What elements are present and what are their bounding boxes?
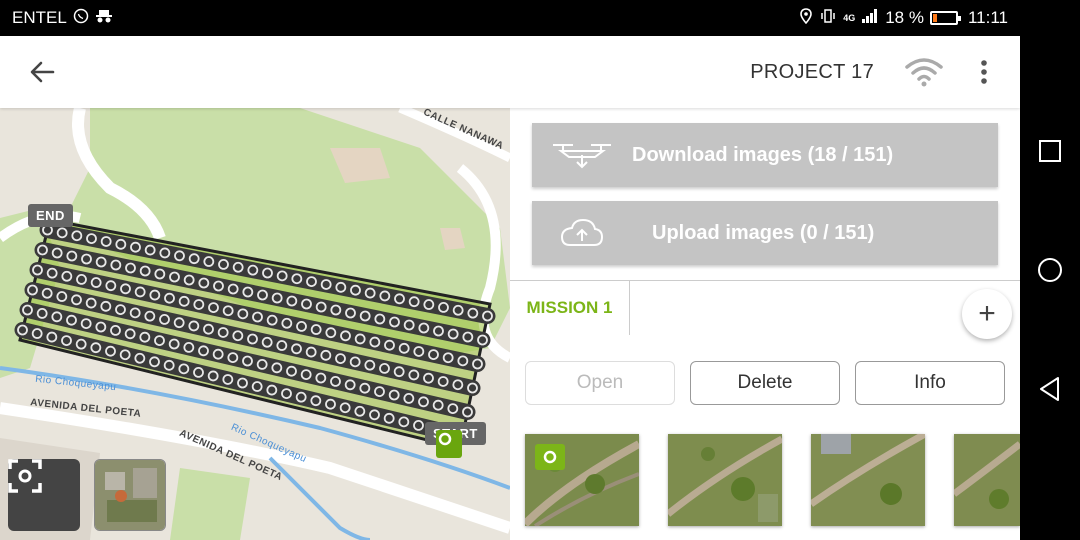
home-button[interactable] <box>1035 255 1065 285</box>
project-title: PROJECT 17 <box>750 60 874 83</box>
image-thumbnail[interactable] <box>668 434 782 526</box>
image-thumbnail[interactable] <box>954 434 1020 526</box>
square-icon <box>1039 140 1061 162</box>
wifi-icon <box>905 58 943 87</box>
battery-percent: 18 % <box>885 8 924 27</box>
upload-images-button[interactable]: Upload images (0 / 151) <box>532 201 998 265</box>
whatsapp-icon <box>73 8 89 29</box>
project-panel: Download images (18 / 151) Upload images… <box>510 108 1020 540</box>
signal-icon <box>861 8 879 29</box>
system-back-button[interactable] <box>1035 374 1065 404</box>
drone-start-icon <box>438 432 452 446</box>
end-marker-label: END <box>28 204 73 227</box>
circle-icon <box>1038 258 1062 282</box>
recents-button[interactable] <box>1035 136 1065 166</box>
download-images-button[interactable]: Download images (18 / 151) <box>532 123 998 187</box>
drone-download-icon <box>532 139 632 171</box>
image-thumbnail[interactable] <box>811 434 925 526</box>
carrier-name: ENTEL <box>12 8 67 27</box>
camera-badge-icon <box>535 444 565 470</box>
network-type: 4G <box>843 13 856 23</box>
app-bar: PROJECT 17 <box>0 36 1020 108</box>
system-nav-bar <box>1020 0 1080 540</box>
triangle-back-icon <box>1040 377 1059 401</box>
image-thumbnail[interactable] <box>525 434 639 526</box>
incognito-icon <box>95 8 113 28</box>
satellite-layer-toggle[interactable] <box>94 459 166 531</box>
vibrate-icon <box>819 8 837 29</box>
tab-mission-1[interactable]: MISSION 1 <box>510 281 630 335</box>
arrow-back-icon <box>30 61 55 83</box>
wifi-button[interactable] <box>904 52 944 92</box>
open-button[interactable]: Open <box>525 361 675 405</box>
battery-icon <box>929 11 961 25</box>
delete-button[interactable]: Delete <box>690 361 840 405</box>
status-bar: ENTEL 4G 18 % 11:11 <box>0 0 1020 36</box>
location-icon <box>799 7 813 29</box>
clock: 11:11 <box>967 8 1008 27</box>
flight-map[interactable]: CALLE NANAWA AVENIDA DEL POETA AVENIDA D… <box>0 108 510 540</box>
more-vert-icon <box>981 60 987 84</box>
overflow-menu-button[interactable] <box>974 52 994 92</box>
focus-frame-icon <box>8 459 42 493</box>
info-button[interactable]: Info <box>855 361 1005 405</box>
start-marker[interactable] <box>436 430 462 458</box>
cloud-upload-icon <box>532 217 632 249</box>
upload-label: Upload images (0 / 151) <box>652 221 875 244</box>
recenter-button[interactable] <box>8 459 80 531</box>
download-label: Download images (18 / 151) <box>632 143 894 166</box>
back-button[interactable] <box>26 56 58 88</box>
add-mission-button[interactable]: + <box>962 289 1012 339</box>
